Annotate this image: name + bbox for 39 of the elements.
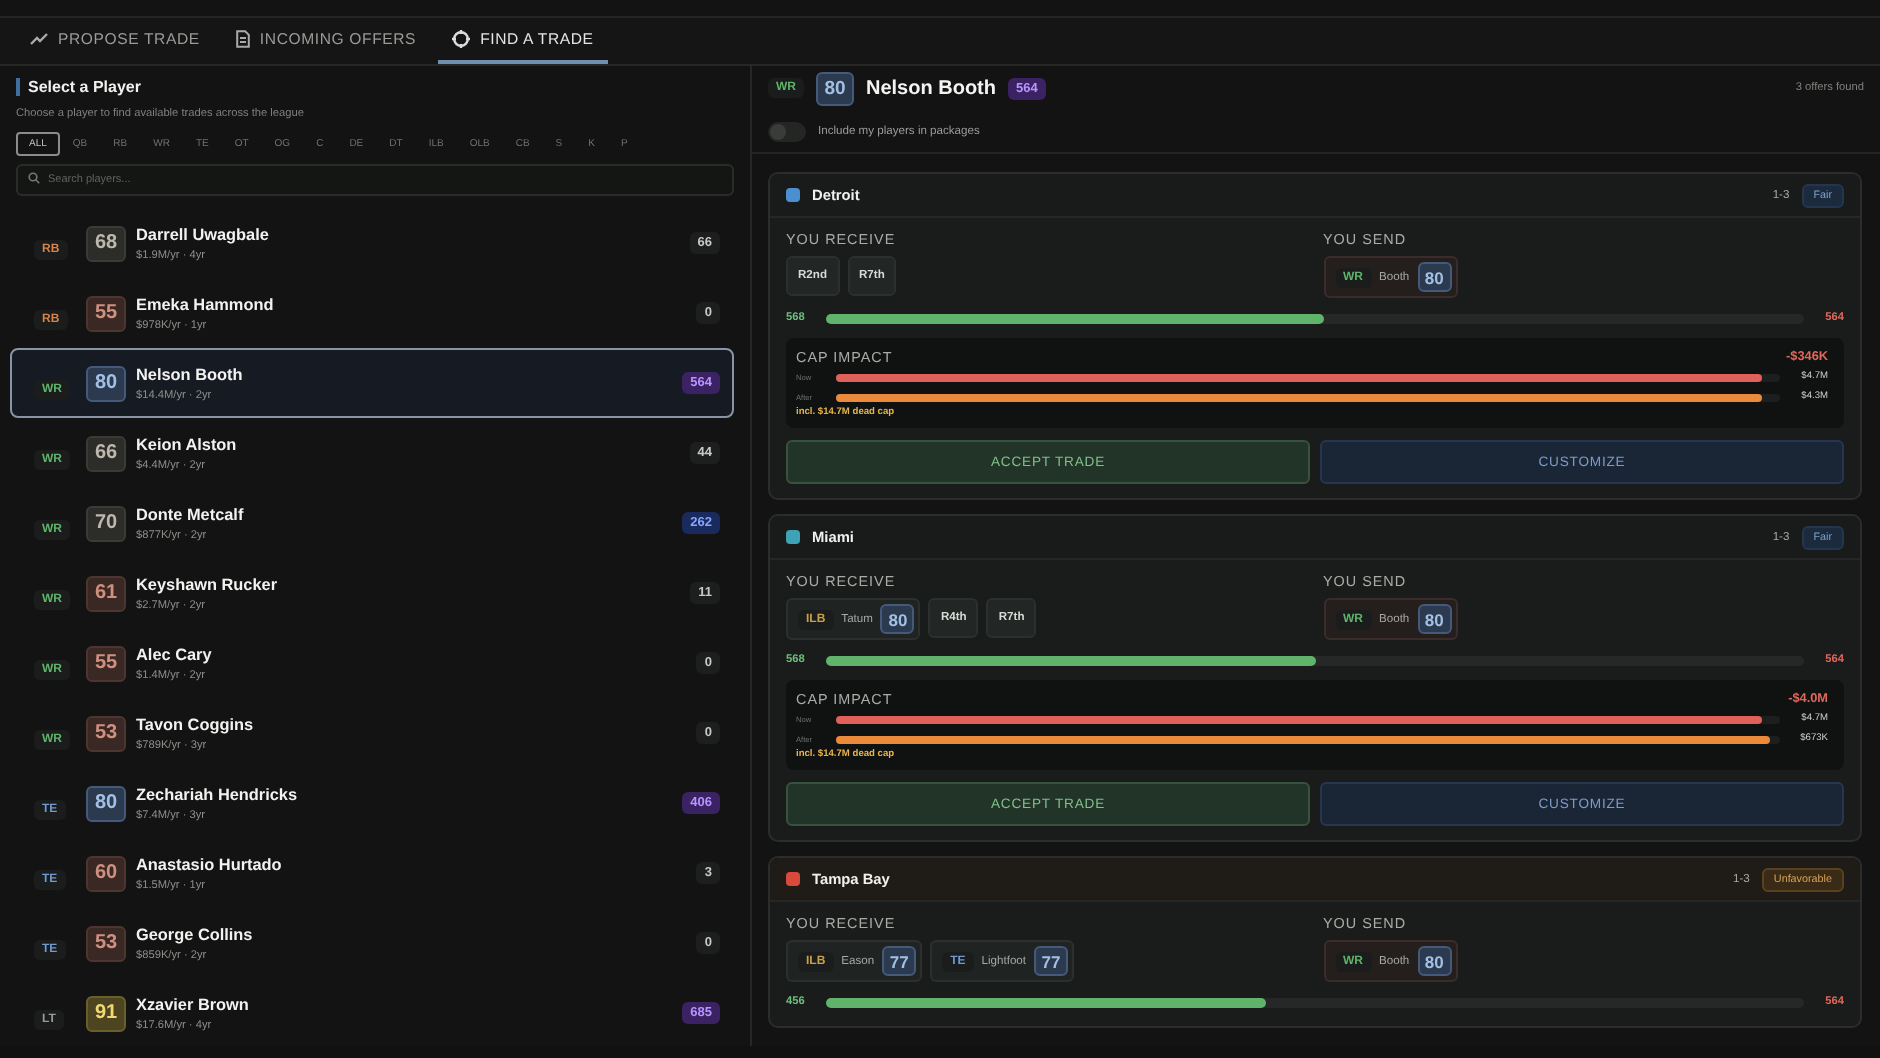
rating-badge: 55 [86, 295, 126, 331]
rating-badge: 80 [86, 365, 126, 401]
player-name: Zechariah Hendricks [136, 785, 300, 803]
player-name: Darrell Uwagbale [136, 225, 271, 243]
player-name: Xzavier Brown [136, 995, 251, 1013]
rating-badge: 80 [1417, 262, 1452, 292]
player-name: Anastasio Hurtado [136, 855, 284, 873]
player-name: Tavon Coggins [136, 715, 256, 733]
rating-badge: 70 [86, 505, 126, 541]
rating-badge: 55 [86, 645, 126, 681]
rating-badge: 80 [86, 785, 126, 821]
player-name: Nelson Booth [136, 365, 245, 383]
player-name: George Collins [136, 925, 255, 943]
search-icon [28, 172, 40, 184]
rating-badge: 53 [86, 715, 126, 751]
rating-badge: 68 [86, 225, 126, 261]
section-title: Select a Player [28, 78, 141, 96]
rating-badge: 80 [1417, 604, 1452, 634]
toggle-switch[interactable] [768, 121, 806, 141]
rating-badge: 77 [1034, 946, 1069, 976]
rating-badge: 80 [1417, 946, 1452, 976]
player-name: Keyshawn Rucker [136, 575, 280, 593]
rating-badge: 53 [86, 925, 126, 961]
accent-bar [16, 78, 20, 96]
document-icon [235, 30, 250, 48]
rating-badge: 77 [882, 946, 917, 976]
player-name: Donte Metcalf [136, 505, 246, 523]
rating-badge: 66 [86, 435, 126, 471]
rating-badge: 80 [880, 604, 915, 634]
player-name: Nelson Booth [866, 77, 996, 99]
rating-badge: 61 [86, 575, 126, 611]
player-name: Emeka Hammond [136, 295, 276, 313]
rating-badge: 60 [86, 855, 126, 891]
rating-badge: 80 [816, 71, 854, 105]
trend-icon [30, 32, 48, 46]
player-name: Alec Cary [136, 645, 214, 663]
player-name: Keion Alston [136, 435, 239, 453]
target-icon [452, 30, 471, 48]
rating-badge: 91 [86, 995, 126, 1031]
